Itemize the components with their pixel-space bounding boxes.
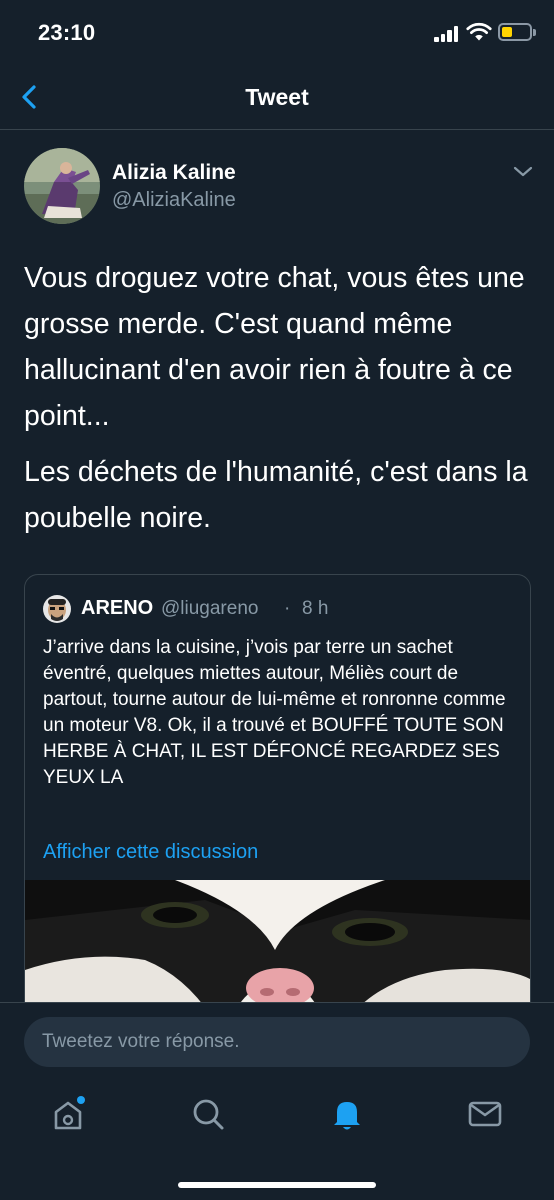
wifi-icon bbox=[466, 22, 492, 41]
quoted-author-avatar bbox=[43, 595, 71, 623]
bell-icon bbox=[334, 1102, 360, 1130]
tab-bar bbox=[0, 1080, 554, 1200]
home-indicator[interactable] bbox=[178, 1182, 376, 1188]
reply-input[interactable] bbox=[24, 1017, 530, 1067]
nav-header: Tweet bbox=[0, 68, 554, 130]
quoted-tweet[interactable]: ARENO @liugareno · 8 h J’arrive dans la … bbox=[24, 574, 531, 1034]
tweet-paragraph: Vous droguez votre chat, vous êtes une g… bbox=[24, 262, 525, 432]
tweet-text: Vous droguez votre chat, vous êtes une g… bbox=[24, 255, 530, 551]
status-bar: 23:10 bbox=[0, 0, 554, 68]
tab-notifications[interactable] bbox=[327, 1094, 367, 1134]
mail-icon bbox=[468, 1101, 502, 1127]
tweet-paragraph: Les déchets de l'humanité, c'est dans la… bbox=[24, 456, 528, 534]
home-icon bbox=[54, 1101, 82, 1130]
battery-nub bbox=[533, 29, 536, 36]
author-name[interactable]: Alizia Kaline bbox=[112, 161, 236, 185]
quoted-timestamp: 8 h bbox=[302, 598, 329, 619]
battery-level bbox=[502, 27, 512, 37]
reply-bar bbox=[0, 1002, 554, 1080]
search-icon bbox=[193, 1099, 224, 1130]
notification-dot bbox=[77, 1096, 85, 1104]
quoted-author-name: ARENO bbox=[81, 597, 154, 619]
show-thread-link[interactable]: Afficher cette discussion bbox=[43, 841, 258, 864]
author-handle[interactable]: @AliziaKaline bbox=[112, 189, 236, 212]
tab-search[interactable] bbox=[188, 1094, 228, 1134]
quoted-author-handle: @liugareno bbox=[161, 598, 259, 619]
tab-messages[interactable] bbox=[465, 1094, 505, 1134]
chevron-down-icon[interactable] bbox=[512, 163, 534, 179]
cellular-signal-icon bbox=[434, 26, 460, 42]
page-title: Tweet bbox=[245, 84, 309, 110]
author-avatar[interactable] bbox=[24, 148, 100, 224]
quoted-separator: · bbox=[284, 598, 291, 619]
tab-home[interactable] bbox=[48, 1094, 88, 1134]
status-time: 23:10 bbox=[38, 20, 96, 45]
battery-icon bbox=[498, 23, 532, 41]
quoted-tweet-text: J’arrive dans la cuisine, j’vois par ter… bbox=[43, 637, 506, 788]
